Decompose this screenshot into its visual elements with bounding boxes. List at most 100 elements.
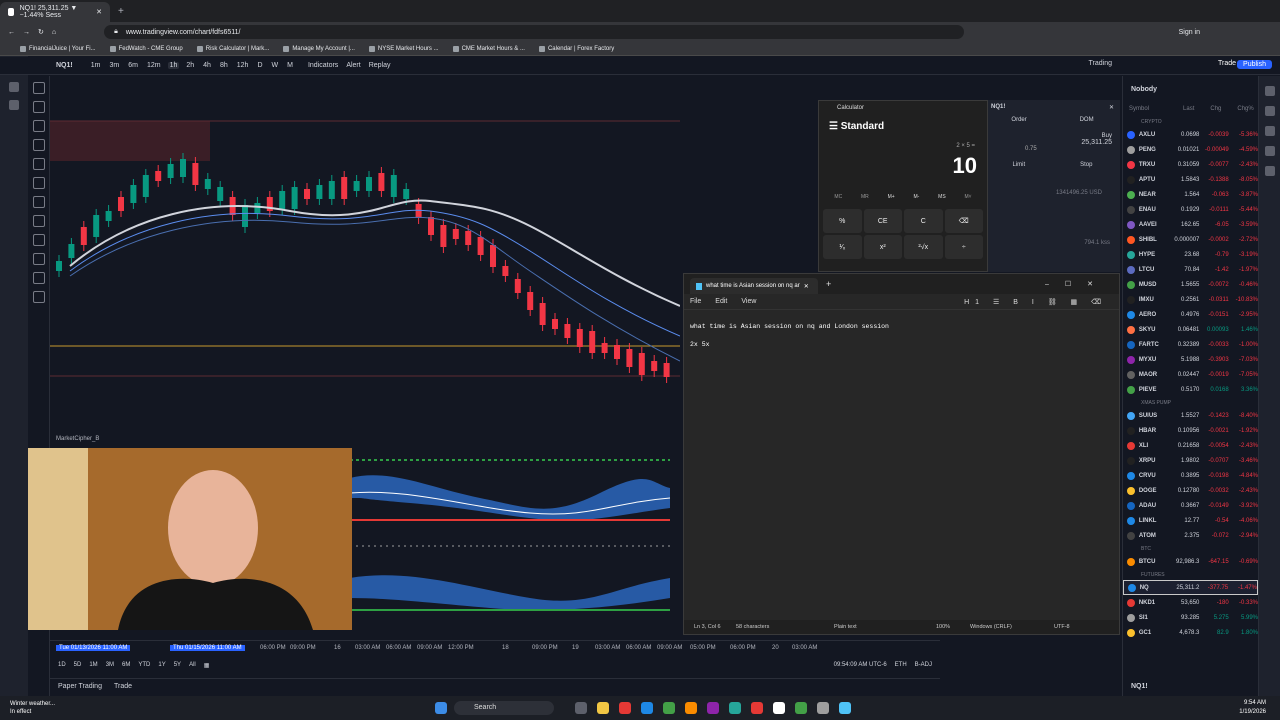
interval-M[interactable]: M: [285, 62, 295, 69]
col-symbol[interactable]: Symbol: [1129, 106, 1149, 112]
format-toolbar[interactable]: H1 ☰ B I ⛓ ▦ ⌫: [964, 298, 1107, 306]
chat-icon[interactable]: [1264, 126, 1275, 136]
taskbar-search[interactable]: Search: [454, 701, 554, 715]
watchlist-row[interactable]: AXLU 0.0698 -0.0039 -5.36%: [1123, 127, 1258, 142]
interval-1h[interactable]: 1h: [167, 62, 180, 69]
measure-icon[interactable]: [32, 196, 45, 208]
range-1y[interactable]: 1Y: [158, 662, 165, 668]
trash-icon[interactable]: [32, 291, 45, 303]
notepad-editor[interactable]: what time is Asian session on nq and Lon…: [684, 310, 1119, 362]
history-icon[interactable]: [9, 82, 19, 92]
bookmark[interactable]: CME Market Hours & ...: [452, 45, 525, 52]
ce-key[interactable]: CE: [863, 209, 902, 233]
edge-icon[interactable]: [641, 702, 653, 714]
edit-menu[interactable]: Edit: [715, 298, 727, 305]
watchlist-row[interactable]: HYPE 23.68 -0.79 -3.19%: [1123, 247, 1258, 262]
interval-D[interactable]: D: [255, 62, 264, 69]
watchlist-row[interactable]: FARTC 0.32389 -0.0033 -1.00%: [1123, 337, 1258, 352]
chart-clock[interactable]: 09:54:09 AM UTC-6: [834, 662, 887, 668]
indicators-button[interactable]: Indicators: [308, 62, 338, 69]
watchlist-footer-symbol[interactable]: NQ1!: [1131, 683, 1148, 690]
watchlist-row[interactable]: SI1 93.285 5.275 5.99%: [1123, 610, 1258, 625]
view-menu[interactable]: View: [741, 298, 756, 305]
sqrt-key[interactable]: ²√x: [904, 235, 943, 259]
back-icon[interactable]: ←: [8, 29, 15, 36]
interval-4h[interactable]: 4h: [201, 62, 213, 69]
app-icon[interactable]: [751, 702, 763, 714]
task-view-icon[interactable]: [575, 702, 587, 714]
watchlist-row[interactable]: HBAR 0.10956 -0.0021 -1.92%: [1123, 423, 1258, 438]
interval-6m[interactable]: 6m: [126, 62, 140, 69]
stop-tab[interactable]: Stop: [1080, 162, 1092, 168]
backspace-key[interactable]: ⌫: [944, 209, 983, 233]
watchlist-row[interactable]: NQ 25,311.2 -377.75 -1.47%: [1123, 580, 1258, 595]
menu-icon[interactable]: ☰: [829, 121, 838, 132]
bookmark[interactable]: FedWatch - CME Group: [109, 45, 183, 52]
buy-price[interactable]: 25,311.25: [993, 139, 1112, 146]
watchlist-row[interactable]: PIEVE 0.5170 0.0168 3.36%: [1123, 382, 1258, 397]
bookmark[interactable]: Manage My Account |...: [283, 45, 355, 52]
watchlist-row[interactable]: LINKL 12.77 -0.54 -4.06%: [1123, 513, 1258, 528]
mplus-button[interactable]: M+: [888, 194, 895, 200]
lock-icon[interactable]: [32, 253, 45, 265]
news-icon[interactable]: [1264, 166, 1275, 176]
reload-icon[interactable]: ↻: [38, 28, 44, 36]
close-icon[interactable]: ✕: [1109, 104, 1114, 111]
replay-button[interactable]: Replay: [369, 62, 391, 69]
browser-tab[interactable]: NQ1! 25,311.25 ▼ −1.44% Sess ✕: [0, 2, 110, 22]
ms-button[interactable]: MS: [938, 194, 946, 200]
watchlist-row[interactable]: XLI 0.21658 -0.0054 -2.43%: [1123, 438, 1258, 453]
file-menu[interactable]: File: [690, 298, 701, 305]
order-tab[interactable]: Order: [1011, 117, 1026, 123]
watchlist-row[interactable]: MAOR 0.02447 -0.0019 -7.05%: [1123, 367, 1258, 382]
calendar-icon[interactable]: [1264, 146, 1275, 156]
watchlist-section[interactable]: FUTURES: [1123, 569, 1258, 580]
watchlist-row[interactable]: NEAR 1.564 -0.063 -3.87%: [1123, 187, 1258, 202]
watchlist-row[interactable]: DOGE 0.12780 -0.0032 -2.43%: [1123, 483, 1258, 498]
bookmark[interactable]: FinancialJuice | Your Fi...: [20, 45, 96, 52]
eye-icon[interactable]: [32, 272, 45, 284]
bookmark[interactable]: Risk Calculator | Mark...: [196, 45, 269, 52]
new-tab-icon[interactable]: +: [826, 279, 831, 289]
market-cipher-pane[interactable]: [349, 448, 680, 633]
range-all[interactable]: All: [189, 662, 196, 668]
adjustment-toggle[interactable]: B-ADJ: [915, 662, 932, 668]
notepad-icon[interactable]: [839, 702, 851, 714]
trade-button[interactable]: Trade: [1218, 60, 1236, 67]
range-1m[interactable]: 1M: [89, 662, 97, 668]
range-5d[interactable]: 5D: [74, 662, 82, 668]
watchlist-icon[interactable]: [1264, 86, 1275, 96]
col-chgpct[interactable]: Chg%: [1237, 106, 1253, 112]
home-icon[interactable]: ⌂: [52, 29, 56, 36]
watchlist-row[interactable]: APTU 1.5843 -0.1388 -8.05%: [1123, 172, 1258, 187]
calendar-icon[interactable]: ▦: [204, 662, 210, 669]
app-icon[interactable]: [685, 702, 697, 714]
watchlist-title[interactable]: Nobody: [1123, 76, 1258, 102]
interval-W[interactable]: W: [270, 62, 281, 69]
divide-key[interactable]: ÷: [944, 235, 983, 259]
watchlist-row[interactable]: ADAU 0.3667 -0.0149 -3.92%: [1123, 498, 1258, 513]
explorer-icon[interactable]: [597, 702, 609, 714]
trendline-icon[interactable]: [32, 101, 45, 113]
paper-trading-tab[interactable]: Paper Trading: [58, 683, 102, 690]
range-ytd[interactable]: YTD: [138, 662, 150, 668]
range-1d[interactable]: 1D: [58, 662, 66, 668]
window-controls[interactable]: –☐✕: [1045, 280, 1109, 288]
watchlist-row[interactable]: TRXU 0.31059 -0.0077 -2.43%: [1123, 157, 1258, 172]
col-last[interactable]: Last: [1183, 106, 1194, 112]
watchlist-row[interactable]: ATOM 2.375 -0.072 -2.94%: [1123, 528, 1258, 543]
mminus-button[interactable]: M-: [914, 194, 920, 200]
url-field[interactable]: 🔒︎ www.tradingview.com/chart/fdfs6511/: [104, 25, 965, 39]
watchlist-row[interactable]: CRVU 0.3895 -0.0198 -4.84%: [1123, 468, 1258, 483]
interval-1m[interactable]: 1m: [89, 62, 103, 69]
watchlist-row[interactable]: AERO 0.4976 -0.0151 -2.95%: [1123, 307, 1258, 322]
bookmark[interactable]: Calendar | Forex Factory: [538, 45, 614, 52]
watchlist-row[interactable]: BTCU 92,986.3 -647.15 -0.69%: [1123, 554, 1258, 569]
alert-button[interactable]: Alert: [346, 62, 360, 69]
clear-key[interactable]: C: [904, 209, 943, 233]
range-5y[interactable]: 5Y: [174, 662, 181, 668]
notepad-tab[interactable]: what time is Asian session on nq ar ✕: [690, 278, 818, 294]
trading-menu[interactable]: Trading: [1089, 60, 1112, 67]
watchlist-row[interactable]: MUSD 1.5655 -0.0072 -0.46%: [1123, 277, 1258, 292]
range-6m[interactable]: 6M: [122, 662, 130, 668]
